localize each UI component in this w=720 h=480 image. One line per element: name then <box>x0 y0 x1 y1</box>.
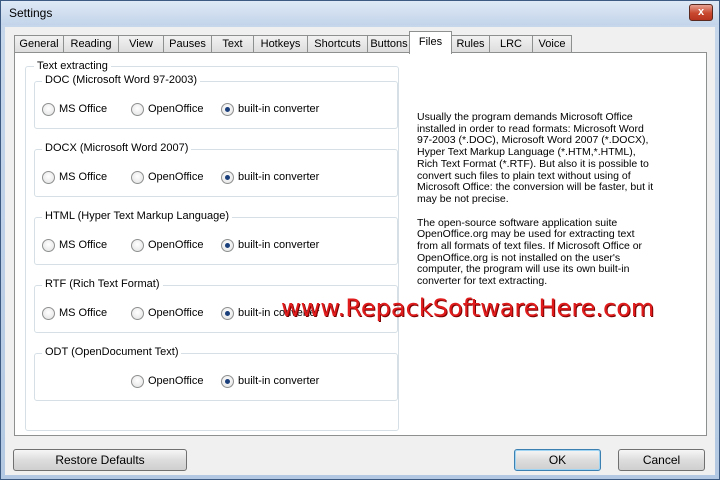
files-tab-panel: Text extracting DOC (Microsoft Word 97-2… <box>14 52 707 436</box>
radio-icon <box>42 170 55 184</box>
html-ms-office-radio[interactable]: MS Office <box>42 238 107 252</box>
html-group: HTML (Hyper Text Markup Language) MS Off… <box>34 210 398 265</box>
tab-general[interactable]: General <box>14 35 64 53</box>
title-bar[interactable]: Settings x <box>1 1 719 25</box>
tab-hotkeys[interactable]: Hotkeys <box>253 35 308 53</box>
docx-group-title: DOCX (Microsoft Word 2007) <box>42 142 192 154</box>
rtf-openoffice-radio[interactable]: OpenOffice <box>131 306 203 320</box>
docx-builtin-radio[interactable]: built-in converter <box>221 170 319 184</box>
odt-group-title: ODT (OpenDocument Text) <box>42 346 182 358</box>
tab-text[interactable]: Text <box>211 35 254 53</box>
description-paragraph-2: The open-source software application sui… <box>417 216 643 288</box>
radio-selected-icon <box>221 170 234 184</box>
cancel-button[interactable]: Cancel <box>618 449 705 471</box>
doc-builtin-radio[interactable]: built-in converter <box>221 102 319 116</box>
tab-voice[interactable]: Voice <box>532 35 572 53</box>
restore-defaults-button[interactable]: Restore Defaults <box>13 449 187 471</box>
doc-group-title: DOC (Microsoft Word 97-2003) <box>42 74 201 86</box>
tab-reading[interactable]: Reading <box>63 35 119 53</box>
doc-ms-office-radio[interactable]: MS Office <box>42 102 107 116</box>
radio-icon <box>42 306 55 320</box>
window-title: Settings <box>9 6 53 20</box>
radio-icon <box>131 374 144 388</box>
dialog-client-area: General Reading View Pauses Text Hotkeys… <box>5 27 715 475</box>
tab-view[interactable]: View <box>118 35 164 53</box>
html-group-title: HTML (Hyper Text Markup Language) <box>42 210 233 222</box>
radio-selected-icon <box>221 102 234 116</box>
radio-icon <box>131 170 144 184</box>
doc-group: DOC (Microsoft Word 97-2003) MS Office O… <box>34 74 398 129</box>
radio-selected-icon <box>221 374 234 388</box>
radio-icon <box>131 238 144 252</box>
odt-builtin-radio[interactable]: built-in converter <box>221 374 319 388</box>
radio-icon <box>42 102 55 116</box>
docx-group: DOCX (Microsoft Word 2007) MS Office Ope… <box>34 142 398 197</box>
rtf-ms-office-radio[interactable]: MS Office <box>42 306 107 320</box>
doc-openoffice-radio[interactable]: OpenOffice <box>131 102 203 116</box>
rtf-group-title: RTF (Rich Text Format) <box>42 278 163 290</box>
docx-ms-office-radio[interactable]: MS Office <box>42 170 107 184</box>
settings-window: Settings x General Reading View Pauses T… <box>0 0 720 480</box>
docx-openoffice-radio[interactable]: OpenOffice <box>131 170 203 184</box>
ok-button[interactable]: OK <box>514 449 601 471</box>
tab-rules[interactable]: Rules <box>451 35 490 53</box>
radio-icon <box>131 306 144 320</box>
radio-icon <box>42 238 55 252</box>
radio-selected-icon <box>221 306 234 320</box>
description-paragraph-1: Usually the program demands Microsoft Of… <box>417 111 654 205</box>
tab-lrc[interactable]: LRC <box>489 35 533 53</box>
text-extracting-title: Text extracting <box>34 60 111 72</box>
odt-openoffice-radio[interactable]: OpenOffice <box>131 374 203 388</box>
tab-buttons[interactable]: Buttons <box>367 35 411 53</box>
radio-selected-icon <box>221 238 234 252</box>
html-builtin-radio[interactable]: built-in converter <box>221 238 319 252</box>
watermark-text: www.RepackSoftwareHere.com <box>281 294 655 322</box>
description-text: Usually the program demands Microsoft Of… <box>417 111 657 300</box>
tab-shortcuts[interactable]: Shortcuts <box>307 35 368 53</box>
odt-group: ODT (OpenDocument Text) OpenOffice built… <box>34 346 398 401</box>
tab-pauses[interactable]: Pauses <box>163 35 212 53</box>
text-extracting-group: Text extracting DOC (Microsoft Word 97-2… <box>25 60 399 431</box>
radio-icon <box>131 102 144 116</box>
tab-files[interactable]: Files <box>409 31 452 54</box>
html-openoffice-radio[interactable]: OpenOffice <box>131 238 203 252</box>
close-icon[interactable]: x <box>689 4 713 21</box>
